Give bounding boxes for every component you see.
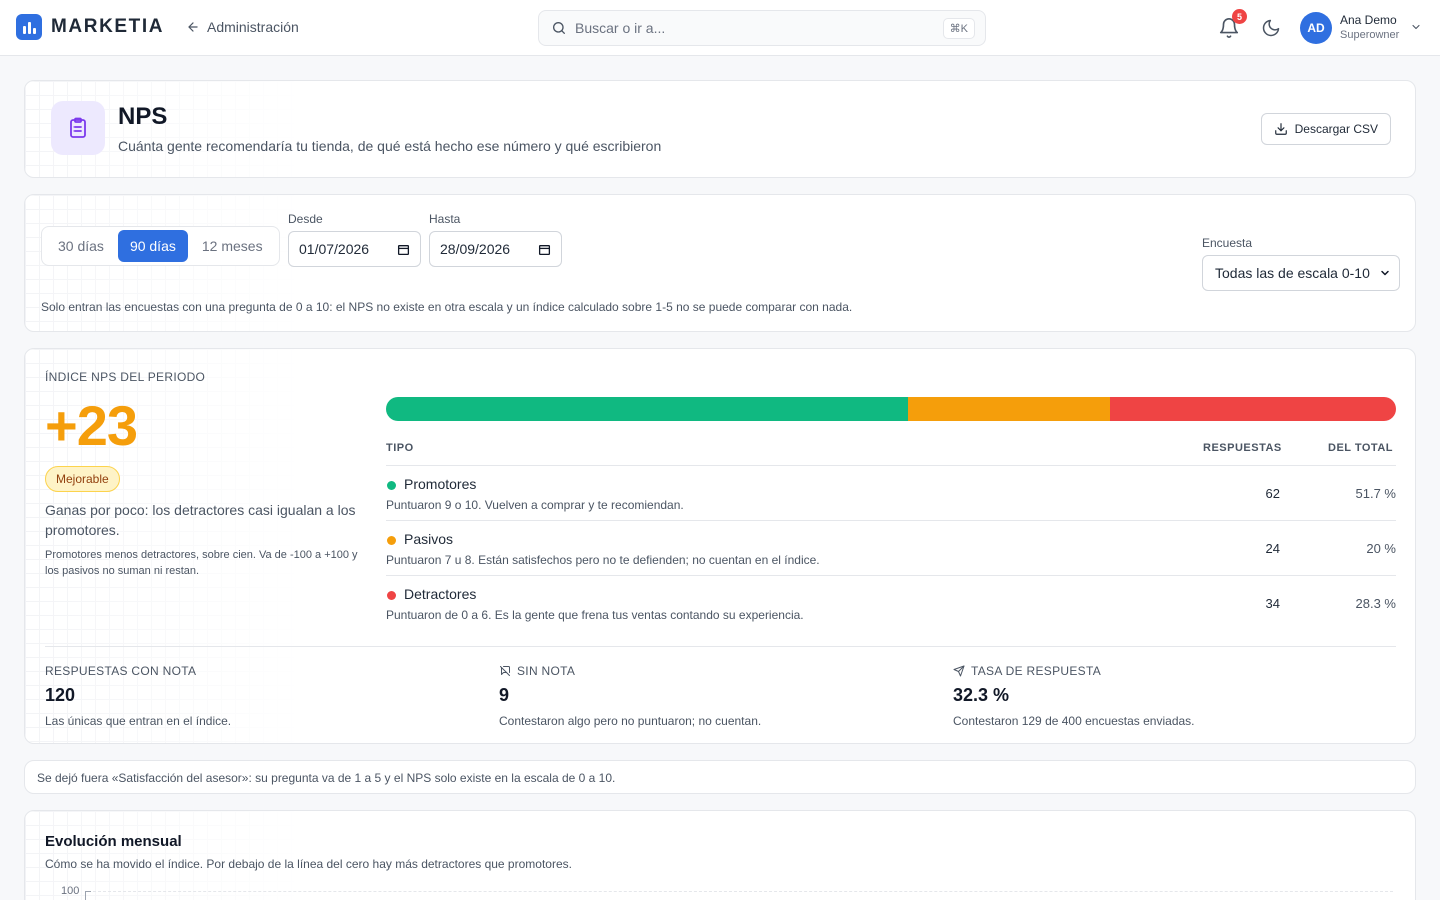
- passives-dot: [387, 536, 396, 545]
- passives-segment: [908, 397, 1111, 421]
- period-12-months-button[interactable]: 12 meses: [190, 230, 275, 262]
- table-row-passives: Pasivos Puntuaron 7 u 8. Están satisfech…: [386, 520, 1396, 575]
- survey-select[interactable]: Todas las de escala 0-10: [1202, 255, 1400, 291]
- logo[interactable]: MARKETIA: [16, 14, 164, 40]
- calendar-icon: [397, 244, 410, 255]
- calendar-icon: [538, 244, 551, 255]
- nps-footnote: Promotores menos detractores, sobre cien…: [45, 549, 358, 577]
- from-date-label: Desde: [288, 212, 323, 226]
- period-30-days-button[interactable]: 30 días: [46, 230, 116, 262]
- to-date-label: Hasta: [429, 212, 461, 226]
- column-header-share: DEL TOTAL: [1328, 442, 1393, 454]
- period-segmented-control: 30 días 90 días 12 meses: [41, 226, 280, 266]
- page-subtitle: Cuánta gente recomendaría tu tienda, de …: [118, 138, 662, 154]
- divider: [45, 646, 1396, 647]
- search-shortcut-hint: ⌘K: [942, 17, 975, 39]
- kpi-note: Contestaron algo pero no puntuaron; no c…: [499, 714, 762, 728]
- search-input[interactable]: [575, 20, 935, 36]
- avatar[interactable]: AD: [1300, 12, 1332, 44]
- kpi-value: 9: [499, 685, 510, 705]
- download-csv-button[interactable]: Descargar CSV: [1260, 113, 1391, 145]
- from-date-value: 01/07/2026: [299, 241, 370, 257]
- kpi-label: SIN NOTA: [517, 664, 576, 678]
- row-percentage: 51.7 %: [1355, 486, 1396, 501]
- grid-line: [93, 891, 1393, 892]
- nps-description: Ganas por poco: los detractores casi igu…: [45, 502, 356, 538]
- y-axis-tick: 100: [61, 885, 80, 897]
- status-badge: Mejorable: [45, 466, 120, 492]
- section-title: Evolución mensual: [45, 833, 182, 850]
- excluded-survey-notice: Se dejó fuera «Satisfacción del asesor»:…: [24, 760, 1416, 794]
- column-header-responses: RESPUESTAS: [1203, 442, 1282, 454]
- kpi-note: Contestaron 129 de 400 encuestas enviada…: [953, 714, 1195, 728]
- to-date-input[interactable]: 28/09/2026: [429, 231, 562, 267]
- download-csv-label: Descargar CSV: [1294, 122, 1378, 136]
- row-count: 34: [1265, 596, 1280, 611]
- send-icon: [953, 665, 965, 677]
- monthly-evolution-card: Evolución mensual Cómo se ha movido el í…: [24, 810, 1416, 900]
- search-box[interactable]: ⌘K: [538, 10, 986, 46]
- row-count: 62: [1265, 486, 1280, 501]
- page-header-card: NPS Cuánta gente recomendaría tu tienda,…: [24, 80, 1416, 178]
- kpi-response-rate: TASA DE RESPUESTA 32.3 % Contestaron 129…: [953, 664, 1195, 728]
- kpi-value: 32.3 %: [953, 685, 1010, 705]
- from-date-input[interactable]: 01/07/2026: [288, 231, 421, 267]
- chevron-down-icon[interactable]: [1410, 21, 1422, 33]
- moon-icon[interactable]: [1261, 18, 1281, 38]
- kpi-value: 120: [45, 685, 76, 705]
- notice-text: Se dejó fuera «Satisfacción del asesor»:…: [37, 771, 616, 785]
- row-description: Puntuaron 9 o 10. Vuelven a comprar y te…: [386, 498, 684, 512]
- survey-select-value: Todas las de escala 0-10: [1215, 265, 1370, 281]
- survey-label: Encuesta: [1202, 236, 1253, 250]
- user-role: Superowner: [1340, 29, 1400, 41]
- row-title: Pasivos: [404, 531, 454, 547]
- arrow-left-icon: [188, 22, 198, 32]
- back-link-label: Administración: [207, 19, 299, 35]
- to-date-value: 28/09/2026: [440, 241, 511, 257]
- kpi-rated-responses: RESPUESTAS CON NOTA 120 Las únicas que e…: [45, 664, 231, 728]
- page-title: NPS: [118, 103, 168, 130]
- notification-badge: 5: [1232, 9, 1247, 24]
- kpi-unrated: SIN NOTA 9 Contestaron algo pero no punt…: [499, 664, 761, 728]
- period-90-days-button[interactable]: 90 días: [117, 230, 188, 262]
- message-off-icon: [500, 666, 510, 676]
- download-icon: [1274, 123, 1287, 135]
- back-to-admin-link[interactable]: Administración: [186, 19, 299, 35]
- table-row-promoters: Promotores Puntuaron 9 o 10. Vuelven a c…: [386, 465, 1396, 520]
- filters-card: 30 días 90 días 12 meses Desde 01/07/202…: [24, 194, 1416, 332]
- logo-icon: [16, 14, 42, 40]
- nps-index-value: +23: [45, 394, 138, 457]
- row-title: Detractores: [404, 586, 477, 602]
- kpi-label: TASA DE RESPUESTA: [971, 664, 1102, 678]
- nps-index-label: ÍNDICE NPS DEL PERIODO: [45, 370, 206, 384]
- nps-summary-card: ÍNDICE NPS DEL PERIODO +23 Mejorable Gan…: [24, 348, 1416, 744]
- y-axis-line: [85, 891, 86, 900]
- kpi-caption: SIN NOTA: [499, 664, 761, 678]
- row-percentage: 20 %: [1366, 541, 1396, 556]
- row-count: 24: [1265, 541, 1280, 556]
- promoters-segment: [386, 397, 909, 421]
- nps-distribution-bar: [386, 397, 1396, 421]
- clipboard-list-icon: [51, 101, 105, 155]
- column-header-type: TIPO: [386, 442, 414, 454]
- chevron-down-icon: [1381, 270, 1389, 276]
- detractors-dot: [387, 591, 396, 600]
- kpi-note: Las únicas que entran en el índice.: [45, 714, 232, 728]
- search-icon: [553, 22, 565, 34]
- top-bar: MARKETIA Administración ⌘K 5 AD Ana Demo…: [0, 0, 1440, 56]
- row-percentage: 28.3 %: [1355, 596, 1396, 611]
- user-name[interactable]: Ana Demo: [1340, 13, 1397, 27]
- logo-text: MARKETIA: [51, 16, 165, 37]
- promoters-dot: [387, 481, 396, 490]
- row-description: Puntuaron 7 u 8. Están satisfechos pero …: [386, 553, 820, 567]
- row-title: Promotores: [404, 476, 477, 492]
- kpi-label: RESPUESTAS CON NOTA: [45, 664, 197, 678]
- row-description: Puntuaron de 0 a 6. Es la gente que fren…: [386, 608, 804, 622]
- table-row-detractors: Detractores Puntuaron de 0 a 6. Es la ge…: [386, 575, 1396, 630]
- kpi-caption: TASA DE RESPUESTA: [953, 664, 1195, 678]
- scale-note: Solo entran las encuestas con una pregun…: [41, 300, 853, 314]
- section-subtitle: Cómo se ha movido el índice. Por debajo …: [45, 857, 572, 871]
- detractors-segment: [1110, 397, 1396, 421]
